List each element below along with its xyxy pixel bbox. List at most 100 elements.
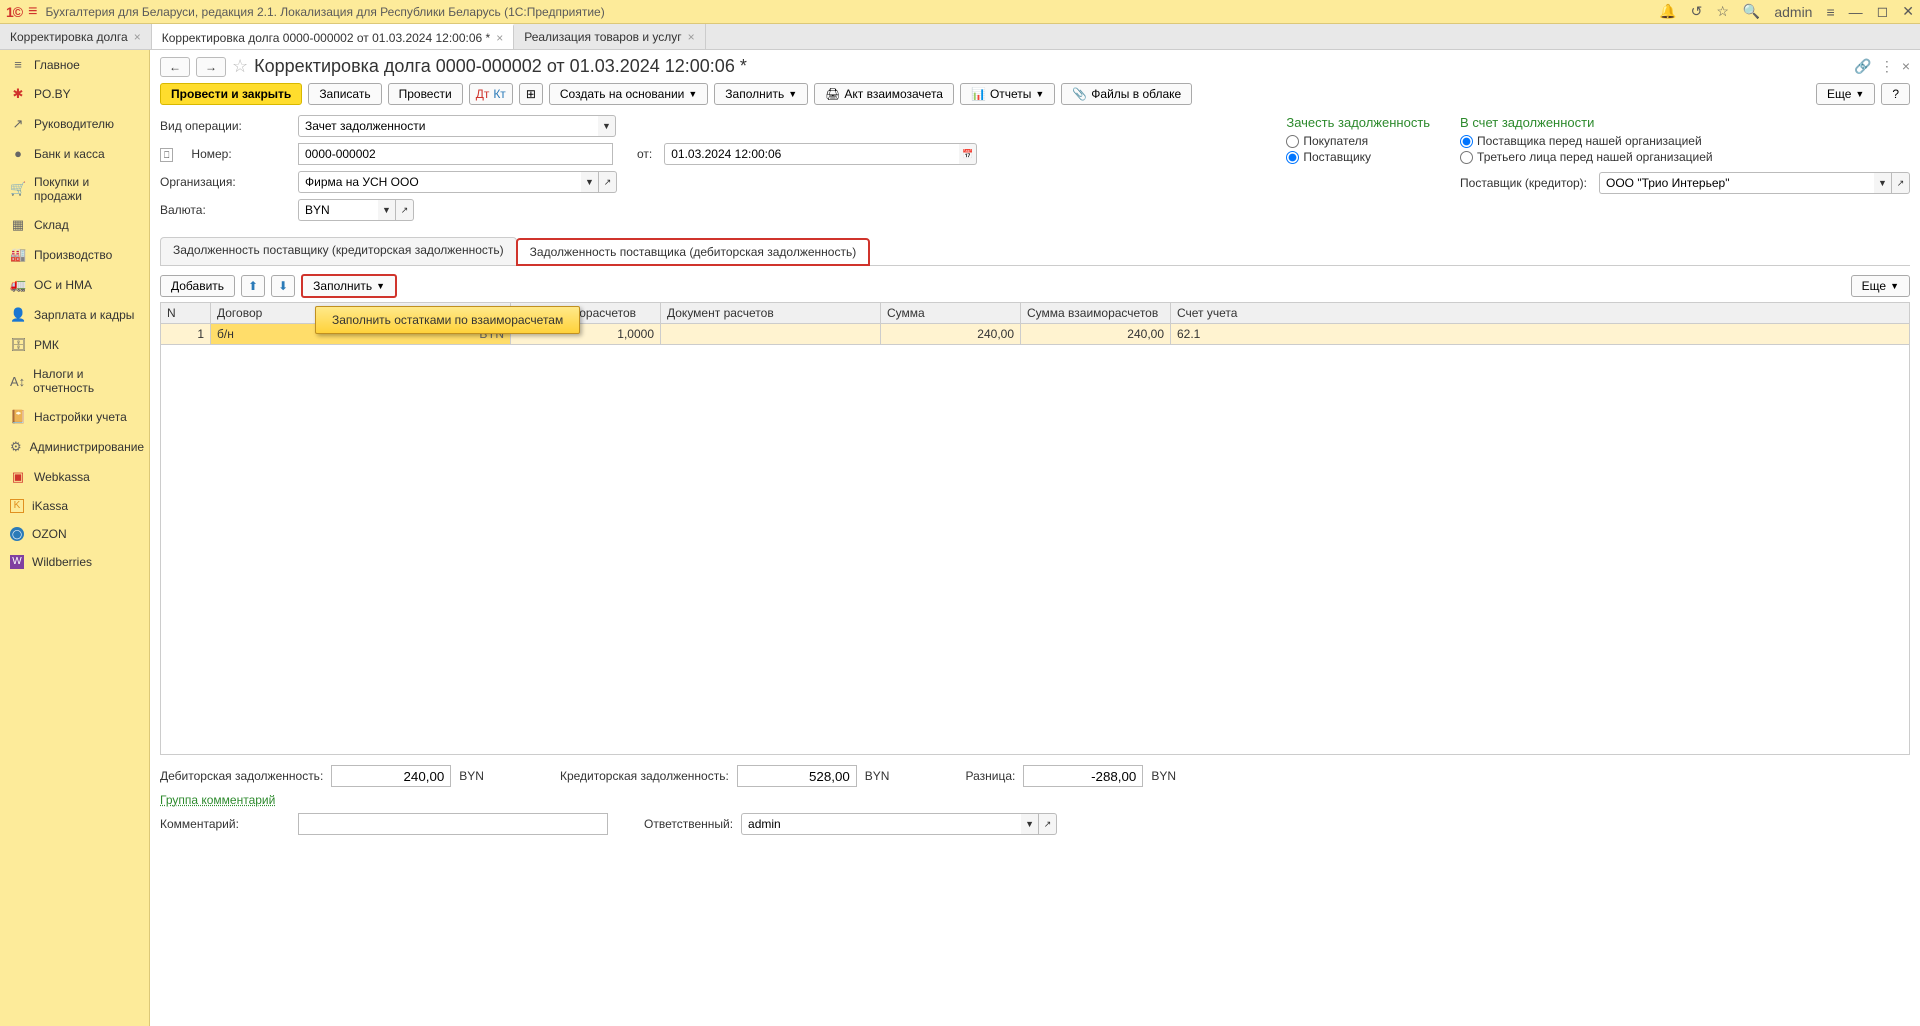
back-button[interactable]: ← bbox=[160, 57, 190, 77]
sidebar-item-admin[interactable]: ⚙Администрирование bbox=[0, 432, 149, 462]
reports-button[interactable]: 📊 Отчеты ▼ bbox=[960, 83, 1055, 105]
add-button[interactable]: Добавить bbox=[160, 275, 235, 297]
hamburger-icon[interactable]: ≡ bbox=[28, 3, 37, 21]
table-empty-area[interactable] bbox=[160, 345, 1910, 755]
chevron-down-icon[interactable]: ▼ bbox=[1021, 813, 1039, 835]
settings-icon[interactable]: ≡ bbox=[1826, 4, 1834, 20]
move-up-button[interactable]: ⬆ bbox=[241, 275, 265, 297]
tab-1[interactable]: Корректировка долга 0000-000002 от 01.03… bbox=[152, 24, 514, 49]
number-input[interactable] bbox=[298, 143, 613, 165]
cell-account[interactable]: 62.1 bbox=[1171, 324, 1910, 345]
fill-dropdown-item[interactable]: Заполнить остатками по взаиморасчетам bbox=[315, 306, 580, 334]
offset-buyer-radio[interactable]: Покупателя bbox=[1286, 134, 1430, 148]
col-account[interactable]: Счет учета bbox=[1171, 303, 1910, 324]
cart-icon: 🛒 bbox=[10, 181, 26, 197]
help-button[interactable]: ? bbox=[1881, 83, 1910, 105]
history-icon[interactable]: ↺ bbox=[1691, 3, 1703, 20]
subtab-creditor[interactable]: Задолженность поставщику (кредиторская з… bbox=[160, 237, 517, 265]
operation-input[interactable] bbox=[298, 115, 598, 137]
cell-sum-calc[interactable]: 240,00 bbox=[1021, 324, 1171, 345]
col-sum-calc[interactable]: Сумма взаиморасчетов bbox=[1021, 303, 1171, 324]
calendar-icon[interactable]: 📅 bbox=[959, 143, 977, 165]
content: ← → ☆ Корректировка долга 0000-000002 от… bbox=[150, 50, 1920, 1026]
open-icon[interactable]: ↗ bbox=[599, 171, 617, 193]
open-icon[interactable]: ↗ bbox=[1892, 172, 1910, 194]
sidebar-item-tax[interactable]: A↕Налоги и отчетность bbox=[0, 360, 149, 402]
close-icon[interactable]: ✕ bbox=[1902, 3, 1914, 20]
table-more-button[interactable]: Еще ▼ bbox=[1851, 275, 1910, 297]
col-n[interactable]: N bbox=[161, 303, 211, 324]
favorite-icon[interactable]: ☆ bbox=[232, 56, 248, 77]
credit-group-label: В счет задолженности bbox=[1460, 115, 1910, 130]
cell-n[interactable]: 1 bbox=[161, 324, 211, 345]
close-icon[interactable]: × bbox=[496, 31, 503, 45]
close-icon[interactable]: × bbox=[688, 30, 695, 44]
col-doc[interactable]: Документ расчетов bbox=[661, 303, 881, 324]
dtdt-button[interactable]: ДтКт bbox=[469, 83, 513, 105]
open-icon[interactable]: ↗ bbox=[396, 199, 414, 221]
structure-button[interactable]: ⊞ bbox=[519, 83, 543, 105]
maximize-icon[interactable]: ◻ bbox=[1877, 3, 1889, 20]
sidebar-item-webkassa[interactable]: ▣Webkassa bbox=[0, 462, 149, 492]
user-label[interactable]: admin bbox=[1774, 4, 1812, 20]
offset-supplier-radio[interactable]: Поставщику bbox=[1286, 150, 1430, 164]
sidebar-item-production[interactable]: 🏭Производство bbox=[0, 240, 149, 270]
group-comment-link[interactable]: Группа комментарий bbox=[160, 793, 275, 807]
number-icon[interactable]: ⎕ bbox=[160, 148, 173, 162]
sidebar-item-rmk[interactable]: 🗄РМК bbox=[0, 330, 149, 360]
create-based-button[interactable]: Создать на основании ▼ bbox=[549, 83, 708, 105]
subtab-debitor[interactable]: Задолженность поставщика (дебиторская за… bbox=[516, 238, 871, 266]
sidebar-item-manager[interactable]: ↗Руководителю bbox=[0, 109, 149, 139]
minimize-icon[interactable]: — bbox=[1849, 4, 1863, 20]
close-icon[interactable]: × bbox=[1902, 58, 1910, 75]
sidebar-item-sales[interactable]: 🛒Покупки и продажи bbox=[0, 168, 149, 210]
move-down-button[interactable]: ⬇ bbox=[271, 275, 295, 297]
more-icon[interactable]: ⋮ bbox=[1880, 58, 1894, 75]
date-input[interactable] bbox=[664, 143, 959, 165]
chevron-down-icon[interactable]: ▼ bbox=[581, 171, 599, 193]
comment-input[interactable] bbox=[298, 813, 608, 835]
credit-third-radio[interactable]: Третьего лица перед нашей организацией bbox=[1460, 150, 1910, 164]
link-icon[interactable]: 🔗 bbox=[1854, 58, 1871, 75]
sidebar-item-settings[interactable]: 📔Настройки учета bbox=[0, 402, 149, 432]
tab-0[interactable]: Корректировка долга × bbox=[0, 24, 152, 49]
table-fill-button[interactable]: Заполнить ▼ bbox=[301, 274, 397, 298]
bell-icon[interactable]: 🔔 bbox=[1659, 3, 1676, 20]
sidebar-item-main[interactable]: ≡Главное bbox=[0, 50, 149, 79]
save-button[interactable]: Записать bbox=[308, 83, 381, 105]
forward-button[interactable]: → bbox=[196, 57, 226, 77]
sidebar-item-bank[interactable]: ●Банк и касса bbox=[0, 139, 149, 168]
post-button[interactable]: Провести bbox=[388, 83, 463, 105]
sidebar-item-warehouse[interactable]: ▦Склад bbox=[0, 210, 149, 240]
sidebar-item-ikassa[interactable]: KiKassa bbox=[0, 492, 149, 520]
sidebar-item-salary[interactable]: 👤Зарплата и кадры bbox=[0, 300, 149, 330]
star-icon[interactable]: ☆ bbox=[1716, 3, 1729, 20]
chevron-down-icon[interactable]: ▼ bbox=[1874, 172, 1892, 194]
diff-cur: BYN bbox=[1151, 769, 1176, 783]
post-close-button[interactable]: Провести и закрыть bbox=[160, 83, 302, 105]
footer: Дебиторская задолженность: BYN Кредиторс… bbox=[160, 765, 1910, 835]
supplier-input[interactable] bbox=[1599, 172, 1874, 194]
truck-icon: 🚛 bbox=[10, 277, 26, 293]
cell-doc[interactable] bbox=[661, 324, 881, 345]
tab-2[interactable]: Реализация товаров и услуг × bbox=[514, 24, 705, 49]
sidebar-item-poby[interactable]: ✱PO.BY bbox=[0, 79, 149, 109]
files-button[interactable]: 📎 Файлы в облаке bbox=[1061, 83, 1192, 105]
chevron-down-icon[interactable]: ▼ bbox=[598, 115, 616, 137]
sidebar-item-ozon[interactable]: ◯OZON bbox=[0, 520, 149, 548]
col-sum[interactable]: Сумма bbox=[881, 303, 1021, 324]
search-icon[interactable]: 🔍 bbox=[1743, 3, 1760, 20]
sidebar-item-assets[interactable]: 🚛ОС и НМА bbox=[0, 270, 149, 300]
more-button[interactable]: Еще ▼ bbox=[1816, 83, 1875, 105]
close-icon[interactable]: × bbox=[134, 30, 141, 44]
act-button[interactable]: 🖨 Акт взаимозачета bbox=[814, 83, 954, 105]
responsible-input[interactable] bbox=[741, 813, 1021, 835]
org-input[interactable] bbox=[298, 171, 581, 193]
sidebar-item-wildberries[interactable]: WWildberries bbox=[0, 548, 149, 576]
cell-sum[interactable]: 240,00 bbox=[881, 324, 1021, 345]
currency-input[interactable] bbox=[298, 199, 378, 221]
chevron-down-icon[interactable]: ▼ bbox=[378, 199, 396, 221]
credit-supplier-radio[interactable]: Поставщика перед нашей организацией bbox=[1460, 134, 1910, 148]
open-icon[interactable]: ↗ bbox=[1039, 813, 1057, 835]
fill-button[interactable]: Заполнить ▼ bbox=[714, 83, 808, 105]
